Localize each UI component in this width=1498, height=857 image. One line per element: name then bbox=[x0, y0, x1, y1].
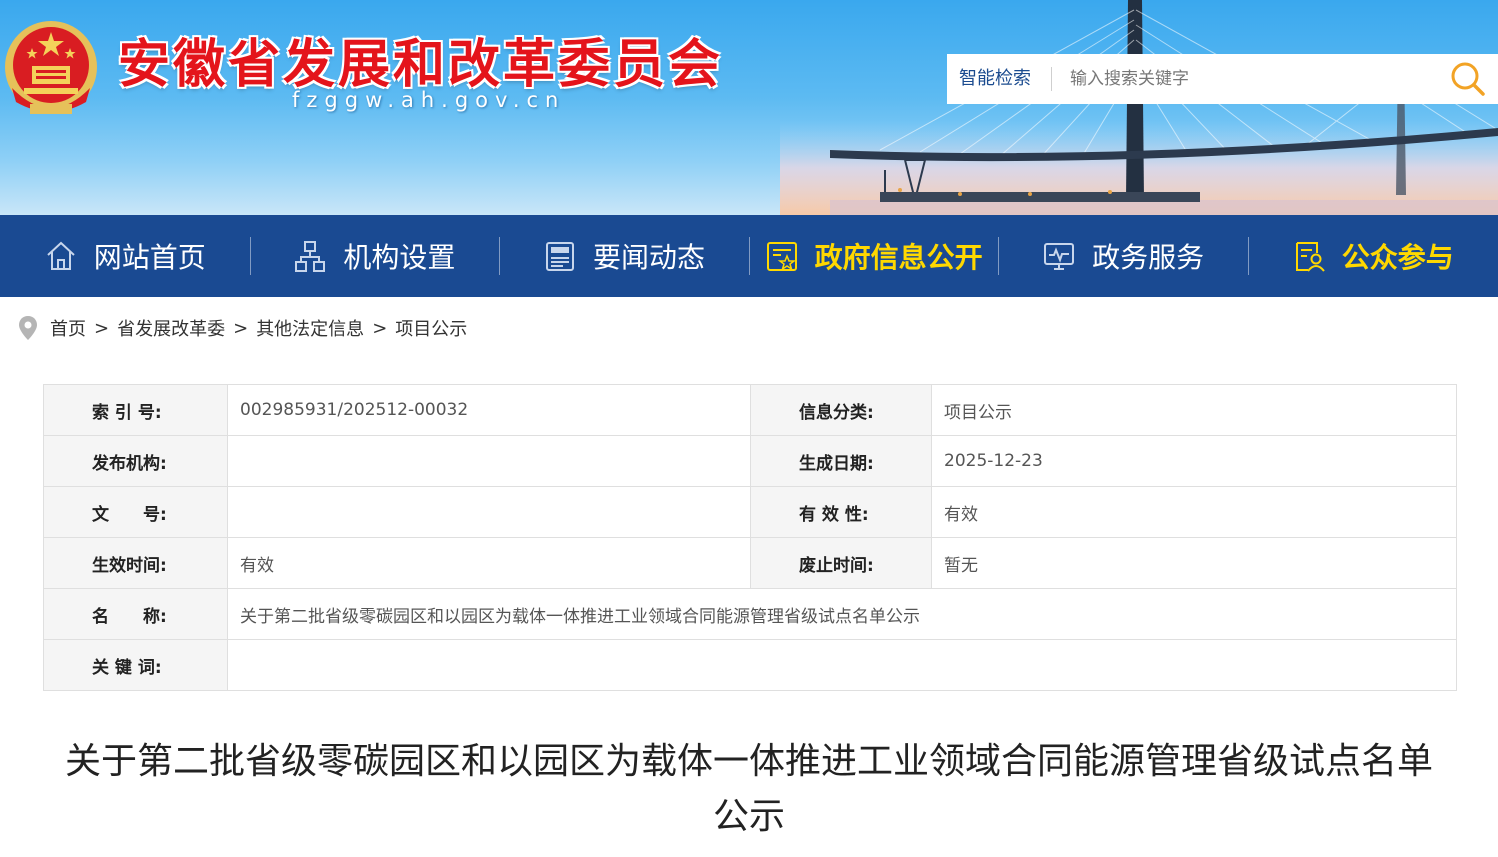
site-banner: 安徽省发展和改革委员会 fzggw.ah.gov.cn 智能检索 bbox=[0, 0, 1498, 215]
publisher-label: 发布机构: bbox=[43, 435, 228, 487]
nav-label: 要闻动态 bbox=[592, 241, 705, 274]
breadcrumb-commission[interactable]: 省发展改革委 bbox=[117, 315, 225, 341]
breadcrumb: 首页 > 省发展改革委 > 其他法定信息 > 项目公示 bbox=[18, 312, 467, 344]
table-row: 发布机构: 生成日期: 2025-12-23 bbox=[43, 435, 1457, 487]
index-no-value: 002985931/202512-00032 bbox=[227, 384, 751, 436]
breadcrumb-separator: > bbox=[372, 317, 388, 339]
breadcrumb-home[interactable]: 首页 bbox=[50, 315, 86, 341]
name-label: 名 称: bbox=[43, 588, 228, 640]
smart-search-label: 智能检索 bbox=[947, 67, 1052, 91]
breadcrumb-separator: > bbox=[94, 317, 110, 339]
search-box: 智能检索 bbox=[947, 54, 1498, 104]
nav-label: 机构设置 bbox=[343, 241, 456, 274]
doc-no-value bbox=[227, 486, 751, 538]
news-icon bbox=[543, 239, 577, 273]
keywords-label: 关 键 词: bbox=[43, 639, 228, 691]
effective-time-value: 有效 bbox=[227, 537, 751, 589]
nav-label: 网站首页 bbox=[93, 241, 206, 274]
category-label: 信息分类: bbox=[750, 384, 932, 436]
nav-label: 政府信息公开 bbox=[814, 241, 983, 274]
document-info-table: 索 引 号: 002985931/202512-00032 信息分类: 项目公示… bbox=[43, 384, 1457, 691]
publisher-value bbox=[227, 435, 751, 487]
article-title: 关于第二批省级零碳园区和以园区为载体一体推进工业领域合同能源管理省级试点名单公示 bbox=[64, 741, 1433, 837]
nav-item-public-participation[interactable]: 公众参与 bbox=[1247, 215, 1498, 297]
effective-time-label: 生效时间: bbox=[43, 537, 228, 589]
validity-label: 有 效 性: bbox=[750, 486, 932, 538]
created-date-value: 2025-12-23 bbox=[931, 435, 1457, 487]
nav-label: 政务服务 bbox=[1092, 241, 1205, 274]
search-icon bbox=[1451, 62, 1485, 96]
category-value: 项目公示 bbox=[931, 384, 1457, 436]
table-row: 生效时间: 有效 废止时间: 暂无 bbox=[43, 537, 1457, 589]
abolished-time-value: 暂无 bbox=[931, 537, 1457, 589]
breadcrumb-other-info[interactable]: 其他法定信息 bbox=[256, 315, 364, 341]
nav-item-organization[interactable]: 机构设置 bbox=[249, 215, 500, 297]
breadcrumb-separator: > bbox=[233, 317, 249, 339]
site-title: 安徽省发展和改革委员会 bbox=[118, 34, 724, 95]
table-row: 索 引 号: 002985931/202512-00032 信息分类: 项目公示 bbox=[43, 384, 1457, 436]
home-icon bbox=[44, 239, 78, 273]
nav-item-home[interactable]: 网站首页 bbox=[0, 215, 250, 297]
doc-no-label: 文 号: bbox=[43, 486, 228, 538]
nav-item-news[interactable]: 要闻动态 bbox=[499, 215, 749, 297]
keywords-value bbox=[227, 639, 1457, 691]
info-disclosure-icon bbox=[765, 239, 799, 273]
nav-item-info-disclosure[interactable]: 政府信息公开 bbox=[748, 215, 999, 297]
monitor-icon bbox=[1042, 239, 1076, 273]
table-row: 名 称: 关于第二批省级零碳园区和以园区为载体一体推进工业领域合同能源管理省级试… bbox=[43, 588, 1457, 640]
breadcrumb-project-notice[interactable]: 项目公示 bbox=[395, 315, 467, 341]
name-value: 关于第二批省级零碳园区和以园区为载体一体推进工业领域合同能源管理省级试点名单公示 bbox=[227, 588, 1457, 640]
nav-label: 公众参与 bbox=[1341, 241, 1454, 274]
national-emblem-icon bbox=[5, 21, 97, 114]
table-row: 关 键 词: bbox=[43, 639, 1457, 691]
public-participation-icon bbox=[1292, 239, 1326, 273]
location-pin-icon bbox=[19, 316, 37, 340]
site-domain: fzggw.ah.gov.cn bbox=[292, 88, 566, 112]
validity-value: 有效 bbox=[931, 486, 1457, 538]
search-input[interactable] bbox=[1052, 55, 1438, 103]
table-row: 文 号: 有 效 性: 有效 bbox=[43, 486, 1457, 538]
abolished-time-label: 废止时间: bbox=[750, 537, 932, 589]
search-button[interactable] bbox=[1438, 54, 1498, 104]
org-chart-icon bbox=[293, 239, 327, 273]
created-date-label: 生成日期: bbox=[750, 435, 932, 487]
main-nav: 网站首页 机构设置 要闻动态 政府信息公开 政务服务 公众参与 bbox=[0, 215, 1498, 297]
index-no-label: 索 引 号: bbox=[43, 384, 228, 436]
nav-item-gov-services[interactable]: 政务服务 bbox=[998, 215, 1248, 297]
